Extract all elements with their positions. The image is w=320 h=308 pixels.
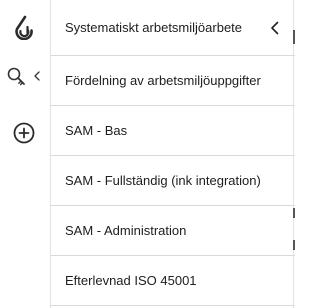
app-logo-icon	[15, 15, 33, 40]
menu-item-sam-administration[interactable]: SAM - Administration	[51, 206, 295, 256]
content-edge-marker	[293, 240, 295, 250]
menu-item-label: Fördelning av arbetsmiljöuppgifter	[65, 73, 261, 88]
menu-item-label: SAM - Fullständig (ink integration)	[65, 173, 261, 188]
add-button[interactable]	[6, 118, 42, 148]
content-edge-marker	[293, 208, 295, 218]
search-icon	[7, 67, 40, 86]
menu-item-label: Efterlevnad ISO 45001	[65, 273, 197, 288]
menu-item-label: SAM - Administration	[65, 223, 187, 238]
side-panel: Systematiskt arbetsmiljöarbete Fördelnin…	[50, 0, 295, 308]
logo-button[interactable]	[6, 12, 42, 42]
chevron-left-icon	[271, 21, 279, 35]
add-circle-icon	[13, 122, 35, 144]
menu-item-sam-fullstandig[interactable]: SAM - Fullständig (ink integration)	[51, 156, 295, 206]
content-edge-marker	[293, 30, 295, 44]
panel-edge	[293, 0, 294, 308]
menu-item-label: SAM - Bas	[65, 123, 128, 138]
chevron-left-small-icon	[34, 71, 40, 81]
search-toggle-button[interactable]	[4, 62, 48, 92]
menu-item-iso-45001[interactable]: Efterlevnad ISO 45001	[51, 256, 295, 306]
menu-item-sam-bas[interactable]: SAM - Bas	[51, 106, 295, 156]
menu-item-fordelning[interactable]: Fördelning av arbetsmiljöuppgifter	[51, 56, 295, 106]
icon-rail	[0, 0, 50, 308]
collapse-panel-button[interactable]	[267, 19, 283, 37]
panel-header: Systematiskt arbetsmiljöarbete	[51, 0, 295, 56]
panel-title: Systematiskt arbetsmiljöarbete	[65, 20, 243, 35]
